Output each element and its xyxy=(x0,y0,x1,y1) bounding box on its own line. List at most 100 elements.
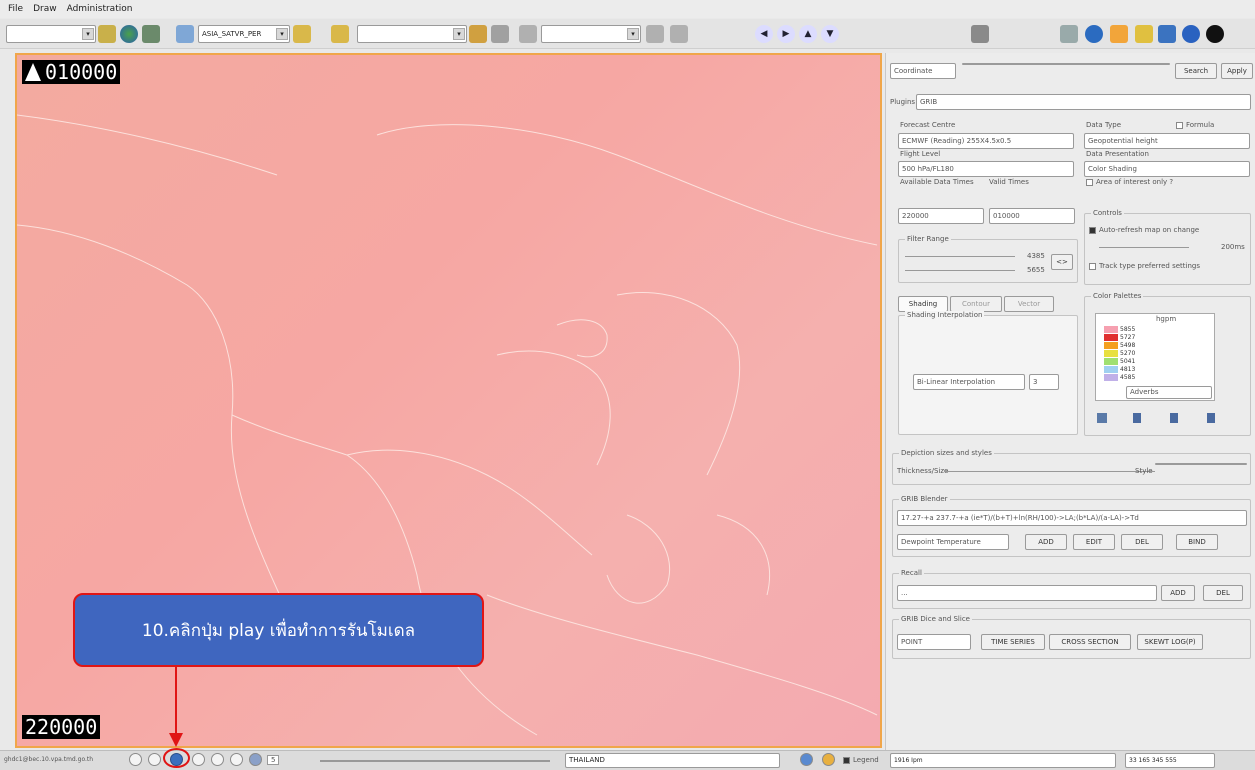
pan-left-icon[interactable]: ◀ xyxy=(755,25,773,43)
callout-text: 10.คลิกปุ่ม play เพื่อทำการรันโมเดล xyxy=(141,620,416,641)
range-max-slider[interactable] xyxy=(905,256,1015,257)
data-type-select-value: Geopotential height xyxy=(1088,137,1158,145)
first-frame-icon[interactable] xyxy=(129,753,142,766)
stop-button[interactable] xyxy=(192,753,205,766)
interpolation-select[interactable]: Bi-Linear Interpolation xyxy=(913,374,1025,390)
blender-formula-input[interactable]: 17.27-+a 237.7-+a (ie*T)/(b+T)+ln(RH/100… xyxy=(897,510,1247,526)
track-type-check-icon xyxy=(1089,262,1096,270)
time-series-button[interactable]: TIME SERIES xyxy=(981,634,1045,650)
search-button[interactable]: Search xyxy=(1175,63,1217,79)
station-combo[interactable]: ▾ xyxy=(541,25,641,43)
range-reset-button[interactable]: <> xyxy=(1051,254,1073,270)
blender-add-button[interactable]: ADD xyxy=(1025,534,1067,550)
plugins-select[interactable]: GRIB xyxy=(916,94,1251,110)
auto-refresh-checkbox[interactable]: Auto-refresh map on change xyxy=(1089,226,1199,234)
text-icon[interactable] xyxy=(1135,25,1153,43)
pan-up-icon[interactable]: ▲ xyxy=(799,25,817,43)
sounding-icon[interactable] xyxy=(519,25,537,43)
recall-add-button[interactable]: ADD xyxy=(1161,585,1195,601)
blender-edit-button[interactable]: EDIT xyxy=(1073,534,1115,550)
pan-down-icon[interactable]: ▼ xyxy=(821,25,839,43)
forecast-centre-select-value: ECMWF (Reading) 255X4.5x0.5 xyxy=(902,137,1012,145)
person-icon[interactable] xyxy=(971,25,989,43)
product-combo[interactable]: ▾ xyxy=(357,25,467,43)
valid-time-select[interactable]: 010000 xyxy=(989,208,1075,224)
chart-folder-icon[interactable] xyxy=(469,25,487,43)
flight-level-select-value: 500 hPa/FL180 xyxy=(902,165,954,173)
formula-label: Formula xyxy=(1186,121,1215,129)
forecast-centre-select[interactable]: ECMWF (Reading) 255X4.5x0.5 xyxy=(898,133,1074,149)
upper-air-icon[interactable] xyxy=(491,25,509,43)
tab-vector[interactable]: Vector xyxy=(1004,296,1054,312)
dice-slice-select[interactable]: POINT xyxy=(897,634,971,650)
animation-slider[interactable] xyxy=(320,760,550,762)
cross-section-button[interactable]: CROSS SECTION xyxy=(1049,634,1131,650)
shading-tabs: Shading Contour Vector xyxy=(898,296,1078,312)
blender-del-button[interactable]: DEL xyxy=(1121,534,1163,550)
thickness-slider[interactable] xyxy=(945,471,1155,472)
pen-icon[interactable] xyxy=(1060,25,1078,43)
track-type-checkbox[interactable]: Track type preferred settings xyxy=(1089,262,1200,270)
refresh-slider[interactable] xyxy=(1099,247,1189,248)
skewt-button[interactable]: SKEWT LOG(P) xyxy=(1137,634,1203,650)
menu-draw[interactable]: Draw xyxy=(33,4,57,14)
loop-icon[interactable] xyxy=(249,753,262,766)
interpolation-spin[interactable]: 3 xyxy=(1029,374,1059,390)
tab-shading[interactable]: Shading xyxy=(898,296,948,312)
menu-administration[interactable]: Administration xyxy=(67,4,133,14)
data-type-select[interactable]: Geopotential height xyxy=(1084,133,1250,149)
region-refresh-icon[interactable] xyxy=(822,753,835,766)
recall-select[interactable]: ... xyxy=(897,585,1157,601)
layer-combo[interactable]: ASIA_SATVR_PER ▾ xyxy=(198,25,290,43)
last-frame-icon[interactable] xyxy=(230,753,243,766)
data-presentation-select[interactable]: Color Shading xyxy=(1084,161,1250,177)
frame-spin[interactable]: 5 xyxy=(267,755,280,765)
power-icon[interactable] xyxy=(1206,25,1224,43)
folder-icon[interactable] xyxy=(331,25,349,43)
region-info-icon[interactable] xyxy=(800,753,813,766)
legend-toggle[interactable]: Legend xyxy=(843,756,879,764)
apply-button[interactable]: Apply xyxy=(1221,63,1253,79)
palette-import-icon[interactable] xyxy=(1097,413,1107,423)
open-layer-icon[interactable] xyxy=(293,25,311,43)
satellite-icon[interactable] xyxy=(142,25,160,43)
style-select[interactable] xyxy=(1155,463,1247,465)
flight-level-select[interactable]: 500 hPa/FL180 xyxy=(898,161,1074,177)
tab-contour[interactable]: Contour xyxy=(950,296,1002,312)
range-min-slider[interactable] xyxy=(905,270,1015,271)
recall-del-button[interactable]: DEL xyxy=(1203,585,1243,601)
projection-combo[interactable]: ▾ xyxy=(6,25,96,43)
globe-icon[interactable] xyxy=(120,25,138,43)
menu-bar: File Draw Administration xyxy=(0,0,1255,18)
help-icon[interactable] xyxy=(1182,25,1200,43)
palette-value-1: 5855 xyxy=(1120,326,1136,333)
palette-filter-icon[interactable] xyxy=(1170,413,1178,423)
coordinate-select[interactable]: Coordinate xyxy=(890,63,956,79)
region-select[interactable]: THAILAND xyxy=(565,753,780,768)
style-label: Style xyxy=(1135,467,1153,475)
image-layer-icon[interactable] xyxy=(176,25,194,43)
interpolation-select-value: Bi-Linear Interpolation xyxy=(917,378,996,386)
palette-sort-icon[interactable] xyxy=(1207,413,1215,423)
palette-down-icon[interactable] xyxy=(1133,413,1141,423)
available-time-select[interactable]: 220000 xyxy=(898,208,984,224)
pencil-icon[interactable] xyxy=(1110,25,1128,43)
save-icon[interactable] xyxy=(1158,25,1176,43)
blender-variable-select[interactable]: Dewpoint Temperature xyxy=(897,534,1009,550)
earth-icon[interactable] xyxy=(1085,25,1103,43)
station-icon[interactable] xyxy=(646,25,664,43)
blender-bind-button[interactable]: BIND xyxy=(1176,534,1218,550)
menu-file[interactable]: File xyxy=(8,4,23,14)
next-frame-icon[interactable] xyxy=(211,753,224,766)
range-min-value: 5655 xyxy=(1027,266,1045,274)
pan-right-icon[interactable]: ▶ xyxy=(777,25,795,43)
palette-select[interactable]: Adverbs xyxy=(1126,386,1212,399)
area-interest-checkbox[interactable]: Area of interest only ? xyxy=(1086,178,1173,186)
area-interest-check-icon xyxy=(1086,178,1093,186)
bottom-time-label: 220000 xyxy=(22,715,101,739)
prev-frame-icon[interactable] xyxy=(148,753,161,766)
coordinate-input[interactable] xyxy=(962,63,1170,65)
station-alt-icon[interactable] xyxy=(670,25,688,43)
formula-checkbox[interactable]: Formula xyxy=(1176,121,1214,129)
flag-icon[interactable] xyxy=(98,25,116,43)
